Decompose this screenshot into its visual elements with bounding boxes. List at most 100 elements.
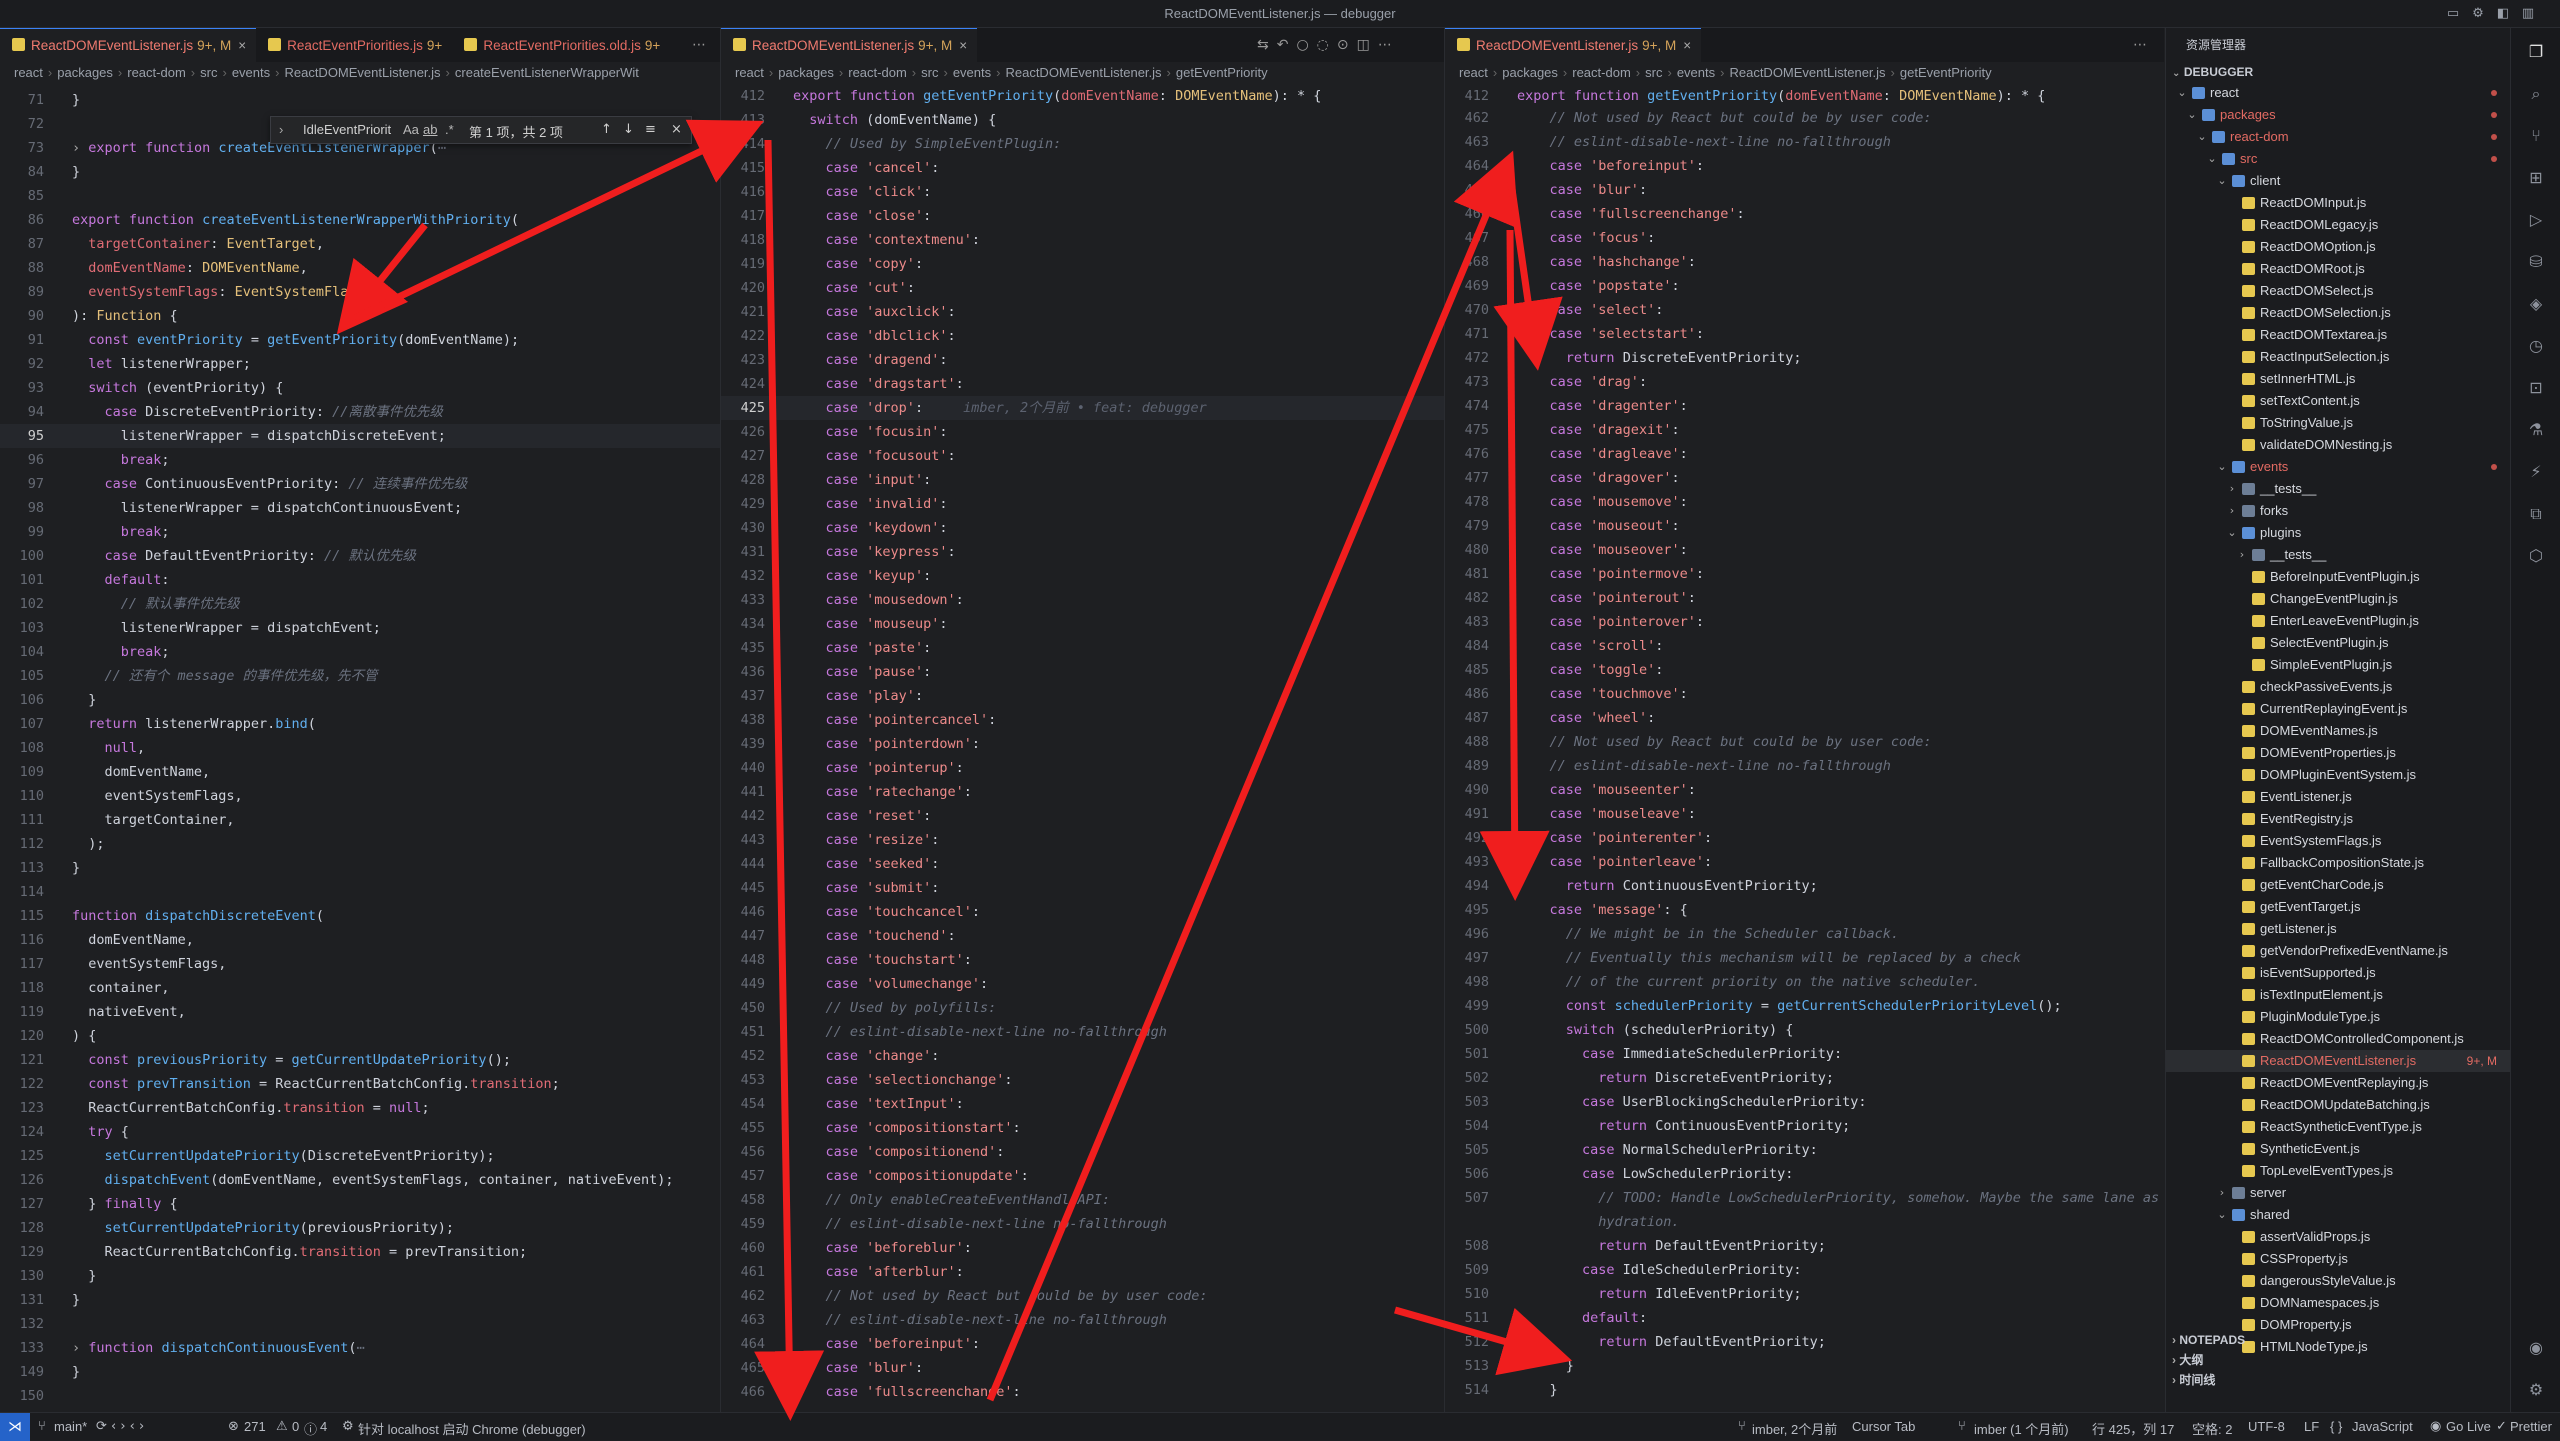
- database-icon[interactable]: ⛁: [2526, 252, 2546, 272]
- breadcrumb-item[interactable]: events: [953, 65, 991, 80]
- warning-count[interactable]: 0: [292, 1419, 299, 1434]
- timeline-icon[interactable]: ◷: [2526, 336, 2546, 356]
- tree-file[interactable]: getEventCharCode.js: [2166, 874, 2511, 896]
- breadcrumb-item[interactable]: getEventPriority: [1900, 65, 1992, 80]
- tree-file[interactable]: DOMEventNames.js: [2166, 720, 2511, 742]
- tree-file[interactable]: ReactSyntheticEventType.js: [2166, 1116, 2511, 1138]
- tree-file[interactable]: PluginModuleType.js: [2166, 1006, 2511, 1028]
- tree-file[interactable]: ReactDOMUpdateBatching.js: [2166, 1094, 2511, 1116]
- prettier[interactable]: Prettier: [2510, 1419, 2552, 1434]
- chevron-down-icon[interactable]: ⌄: [2216, 456, 2228, 478]
- chevron-down-icon[interactable]: ⌄: [2186, 104, 2198, 126]
- breadcrumb-item[interactable]: react: [735, 65, 764, 80]
- tree-file[interactable]: ReactInputSelection.js: [2166, 346, 2511, 368]
- error-count[interactable]: 271: [244, 1419, 266, 1434]
- match-case-toggle[interactable]: Aa: [403, 122, 419, 137]
- tree-folder[interactable]: › forks: [2166, 500, 2511, 522]
- sidebar-section-header[interactable]: › 时间线: [2166, 1370, 2511, 1390]
- breadcrumb-item[interactable]: ReactDOMEventListener.js: [284, 65, 440, 80]
- tree-file[interactable]: DOMNamespaces.js: [2166, 1292, 2511, 1314]
- tree-file[interactable]: validateDOMNesting.js: [2166, 434, 2511, 456]
- extensions-icon[interactable]: ⊞: [2526, 168, 2546, 188]
- tree-file[interactable]: getVendorPrefixedEventName.js: [2166, 940, 2511, 962]
- tree-file[interactable]: FallbackCompositionState.js: [2166, 852, 2511, 874]
- layout-sidebar-icon[interactable]: ◧: [2495, 6, 2511, 22]
- code-editor[interactable]: 412 export function getEventPriority(domE…: [721, 84, 1444, 1404]
- breadcrumb-item[interactable]: react-dom: [848, 65, 907, 80]
- chevron-down-icon[interactable]: ⌄: [2176, 82, 2188, 104]
- sidebar-section-header[interactable]: › 大纲: [2166, 1350, 2511, 1370]
- tab-more-icon[interactable]: ⋯: [692, 28, 706, 62]
- tree-file[interactable]: dangerousStyleValue.js: [2166, 1270, 2511, 1292]
- tree-folder[interactable]: ⌄ client: [2166, 170, 2511, 192]
- lightning-icon[interactable]: ⚡: [2526, 462, 2546, 482]
- breadcrumb-item[interactable]: packages: [778, 65, 834, 80]
- tree-folder[interactable]: › __tests__: [2166, 544, 2511, 566]
- tree-file[interactable]: ReactDOMLegacy.js: [2166, 214, 2511, 236]
- settings-gear-icon[interactable]: ⚙: [2470, 6, 2486, 22]
- tree-file[interactable]: ReactDOMTextarea.js: [2166, 324, 2511, 346]
- breadcrumb-item[interactable]: getEventPriority: [1176, 65, 1268, 80]
- breadcrumb-item[interactable]: react-dom: [127, 65, 186, 80]
- debug-session[interactable]: 针对 localhost 启动 Chrome (debugger): [358, 1419, 586, 1438]
- remote-icon[interactable]: ⋊: [0, 1413, 30, 1441]
- breadcrumb-item[interactable]: src: [921, 65, 938, 80]
- run-debug-icon[interactable]: ▷: [2526, 210, 2546, 230]
- tree-file[interactable]: ReactDOMOption.js: [2166, 236, 2511, 258]
- breadcrumb-item[interactable]: packages: [57, 65, 113, 80]
- editor-tab[interactable]: ReactDOMEventListener.js 9+, M ×: [0, 28, 257, 62]
- tree-file[interactable]: setInnerHTML.js: [2166, 368, 2511, 390]
- tree-file[interactable]: ReactDOMControlledComponent.js: [2166, 1028, 2511, 1050]
- tree-file[interactable]: SelectEventPlugin.js: [2166, 632, 2511, 654]
- regex-toggle[interactable]: .*: [445, 122, 454, 137]
- tree-file[interactable]: ReactDOMEventReplaying.js: [2166, 1072, 2511, 1094]
- language-mode[interactable]: JavaScript: [2352, 1419, 2413, 1434]
- cursor-position[interactable]: 行 425，列 17: [2092, 1419, 2174, 1438]
- layout-split-icon[interactable]: ▥: [2520, 6, 2536, 22]
- find-prev-icon[interactable]: ↑: [601, 122, 612, 137]
- sidebar-section-header[interactable]: › NOTEPADS: [2166, 1330, 2511, 1350]
- layout-panel-icon[interactable]: ▭: [2445, 6, 2461, 22]
- editor-tab[interactable]: ReactEventPriorities.old.js 9+: [452, 29, 670, 62]
- tree-file[interactable]: DOMPluginEventSystem.js: [2166, 764, 2511, 786]
- explorer-icon[interactable]: ❐: [2526, 42, 2546, 62]
- tree-file[interactable]: ChangeEventPlugin.js: [2166, 588, 2511, 610]
- find-input[interactable]: IdleEventPriorit: [303, 122, 391, 137]
- chevron-right-icon[interactable]: ›: [2216, 1182, 2228, 1204]
- tree-folder[interactable]: ⌄ src: [2166, 148, 2511, 170]
- cursor-tab[interactable]: Cursor Tab: [1852, 1419, 1915, 1434]
- tree-file[interactable]: ReactDOMSelection.js: [2166, 302, 2511, 324]
- tree-folder[interactable]: › __tests__: [2166, 478, 2511, 500]
- editor-tab[interactable]: ReactDOMEventListener.js 9+, M ×: [721, 28, 978, 62]
- flask-icon[interactable]: ⚗: [2526, 420, 2546, 440]
- chevron-down-icon[interactable]: ⌄: [2216, 170, 2228, 192]
- chevron-down-icon[interactable]: ⌄: [2226, 522, 2238, 544]
- close-tab-icon[interactable]: ×: [959, 38, 967, 53]
- find-close-icon[interactable]: ×: [671, 122, 682, 137]
- breadcrumb-item[interactable]: react: [14, 65, 43, 80]
- packages-icon[interactable]: ⬡: [2526, 546, 2546, 566]
- tree-folder[interactable]: ⌄ react-dom: [2166, 126, 2511, 148]
- close-tab-icon[interactable]: ×: [238, 38, 246, 53]
- chevron-down-icon[interactable]: ⌄: [2206, 148, 2218, 170]
- tree-file[interactable]: TopLevelEventTypes.js: [2166, 1160, 2511, 1182]
- breadcrumb-item[interactable]: react: [1459, 65, 1488, 80]
- breadcrumb-item[interactable]: events: [1677, 65, 1715, 80]
- tree-folder[interactable]: ⌄ events: [2166, 456, 2511, 478]
- tree-file[interactable]: ReactDOMRoot.js: [2166, 258, 2511, 280]
- git-author[interactable]: imber (1 个月前): [1974, 1419, 2069, 1438]
- tab-more-icon[interactable]: ⋯: [2133, 28, 2147, 62]
- find-next-icon[interactable]: ↓: [623, 122, 634, 137]
- breadcrumb-item[interactable]: src: [1645, 65, 1662, 80]
- remote-explorer-icon[interactable]: ⊡: [2526, 378, 2546, 398]
- find-in-selection-icon[interactable]: ≡: [645, 122, 656, 137]
- indentation[interactable]: 空格: 2: [2192, 1419, 2232, 1438]
- tree-file[interactable]: CSSProperty.js: [2166, 1248, 2511, 1270]
- breadcrumb-item[interactable]: react-dom: [1572, 65, 1631, 80]
- tree-file[interactable]: EventRegistry.js: [2166, 808, 2511, 830]
- encoding[interactable]: UTF-8: [2248, 1419, 2285, 1434]
- match-word-toggle[interactable]: ab: [423, 122, 437, 137]
- workspace-section[interactable]: ⌄ DEBUGGER: [2166, 62, 2511, 82]
- tree-file[interactable]: checkPassiveEvents.js: [2166, 676, 2511, 698]
- tree-folder[interactable]: › server: [2166, 1182, 2511, 1204]
